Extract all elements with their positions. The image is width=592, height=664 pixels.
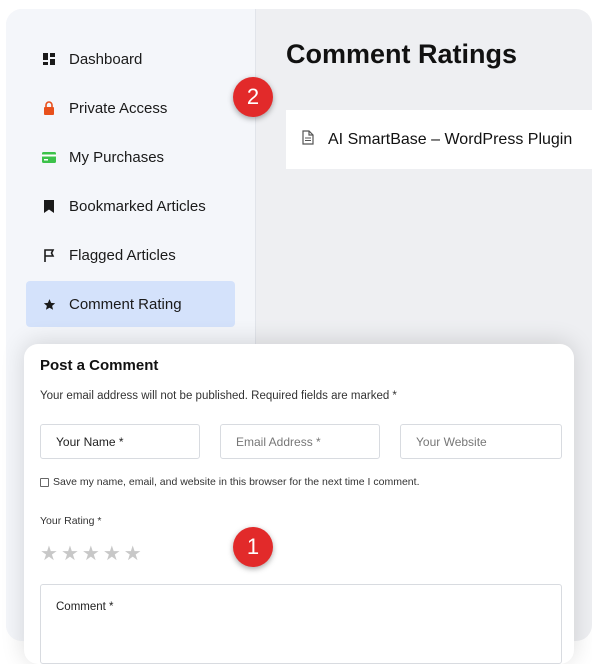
- website-field-placeholder: Your Website: [416, 434, 487, 449]
- rating-star-1[interactable]: ★: [40, 544, 58, 564]
- email-field[interactable]: Email Address *: [220, 424, 380, 459]
- rating-star-3[interactable]: ★: [82, 544, 100, 564]
- document-icon: [302, 129, 314, 150]
- dashboard-icon: [42, 52, 56, 66]
- comment-textarea[interactable]: Comment *: [40, 584, 562, 664]
- email-field-placeholder: Email Address *: [236, 434, 321, 449]
- credit-card-icon: [42, 150, 56, 164]
- sidebar-item-private-access[interactable]: Private Access: [26, 85, 235, 131]
- comment-form-title: Post a Comment: [40, 357, 159, 374]
- star-icon: [42, 297, 56, 311]
- page-title: Comment Ratings: [286, 39, 518, 69]
- sidebar-item-comment-rating[interactable]: Comment Rating: [26, 281, 235, 327]
- save-info-checkbox[interactable]: [40, 477, 49, 487]
- sidebar-item-my-purchases[interactable]: My Purchases: [26, 134, 235, 180]
- save-info-label: Save my name, email, and website in this…: [53, 476, 420, 488]
- sidebar-item-label: Bookmarked Articles: [69, 197, 206, 215]
- rating-label: Your Rating *: [40, 515, 102, 527]
- rating-stars: ★ ★ ★ ★ ★: [40, 544, 145, 564]
- rating-star-5[interactable]: ★: [124, 544, 142, 564]
- save-info-row: Save my name, email, and website in this…: [40, 476, 420, 488]
- plugin-card[interactable]: AI SmartBase – WordPress Plugin: [286, 110, 592, 169]
- sidebar-item-bookmarked-articles[interactable]: Bookmarked Articles: [26, 183, 235, 229]
- lock-icon: [42, 101, 56, 115]
- sidebar-item-label: Private Access: [69, 99, 168, 117]
- name-field-value: Your Name *: [56, 434, 124, 449]
- flag-icon: [42, 248, 56, 262]
- bookmark-icon: [42, 199, 56, 213]
- sidebar-item-label: Comment Rating: [69, 295, 182, 313]
- sidebar-item-flagged-articles[interactable]: Flagged Articles: [26, 232, 235, 278]
- comment-label: Comment *: [56, 601, 114, 613]
- sidebar-item-label: Dashboard: [69, 50, 143, 68]
- sidebar-item-label: My Purchases: [69, 148, 165, 166]
- plugin-title: AI SmartBase – WordPress Plugin: [328, 130, 573, 148]
- sidebar-item-label: Flagged Articles: [69, 246, 176, 264]
- comment-form-note: Your email address will not be published…: [40, 390, 397, 402]
- website-field[interactable]: Your Website: [400, 424, 562, 459]
- comment-form: Post a Comment Your email address will n…: [24, 344, 574, 664]
- rating-star-4[interactable]: ★: [103, 544, 121, 564]
- sidebar-item-dashboard[interactable]: Dashboard: [26, 36, 235, 82]
- name-field[interactable]: Your Name *: [40, 424, 200, 459]
- step-badge-2: 2: [233, 77, 273, 117]
- rating-star-2[interactable]: ★: [61, 544, 79, 564]
- step-badge-1: 1: [233, 527, 273, 567]
